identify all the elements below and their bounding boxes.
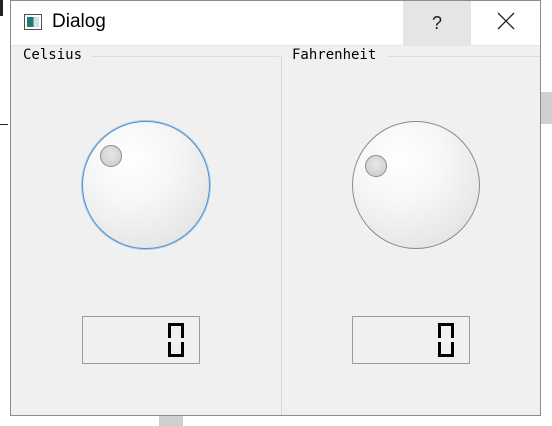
dialog-window-icon (24, 14, 42, 30)
dial-indicator (100, 145, 122, 167)
background-fragment (159, 416, 183, 426)
group-divider (281, 55, 282, 415)
question-mark-icon: ? (431, 12, 442, 33)
group-border (91, 56, 279, 57)
fahrenheit-group-title: Fahrenheit (292, 47, 377, 63)
help-button[interactable]: ? (403, 1, 471, 45)
fahrenheit-dial[interactable] (352, 121, 480, 249)
background-fragment (541, 92, 552, 124)
close-icon (497, 12, 515, 34)
dial-indicator (365, 155, 387, 177)
celsius-lcd-display (82, 316, 200, 364)
celsius-dial[interactable] (82, 121, 210, 249)
background-fragment (0, 0, 3, 16)
group-border (387, 56, 540, 57)
window-title: Dialog (52, 11, 106, 32)
celsius-group-title: Celsius (23, 47, 83, 63)
close-button[interactable] (471, 1, 540, 45)
title-bar[interactable]: Dialog ? (11, 1, 540, 46)
background-fragment (0, 124, 8, 125)
lcd-digit (436, 321, 456, 359)
groups-area: Celsius Fahrenheit (11, 45, 540, 415)
lcd-digit (166, 321, 186, 359)
dialog-window: Dialog ? Celsius Fahrenheit (10, 0, 541, 416)
fahrenheit-lcd-display (352, 316, 470, 364)
